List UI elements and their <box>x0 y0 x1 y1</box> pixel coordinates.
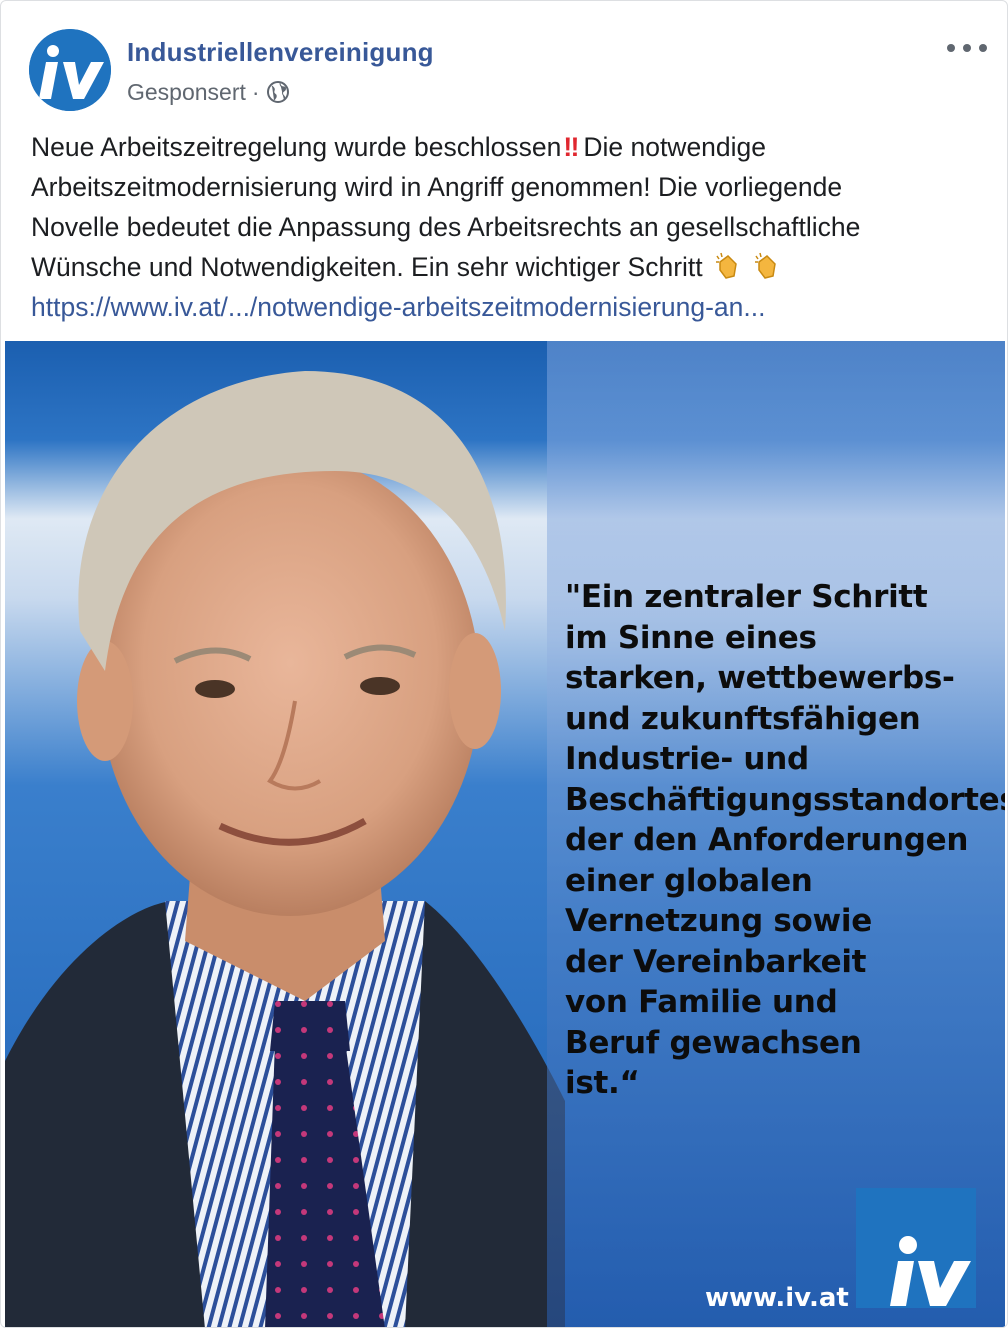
quote-text: "Ein zentraler Schritt im Sinne eines st… <box>565 579 1005 1101</box>
post-text-line-3: Novelle bedeutet die Anpassung des Arbei… <box>31 212 861 242</box>
sponsored-post: Industriellenvereinigung Gesponsert · Ne… <box>0 0 1008 1328</box>
post-image[interactable]: "Ein zentraler Schritt im Sinne eines st… <box>5 341 1005 1327</box>
double-exclamation-emoji: ‼ <box>563 132 579 162</box>
post-text-line-1: Neue Arbeitszeitregelung wurde beschloss… <box>31 132 767 162</box>
more-options-icon[interactable] <box>947 33 987 63</box>
post-text-line-4: Wünsche und Notwendigkeiten. Ein sehr wi… <box>31 247 981 287</box>
post-text-line-2: Arbeitszeitmodernisierung wird in Angrif… <box>31 172 843 202</box>
sponsored-label[interactable]: Gesponsert <box>127 79 246 106</box>
iv-logo-icon <box>29 29 111 111</box>
page-name-link[interactable]: Industriellenvereinigung <box>127 37 434 68</box>
clapping-hands-icon <box>755 252 777 279</box>
globe-icon <box>266 81 289 103</box>
post-message: Neue Arbeitszeitregelung wurde beschloss… <box>31 127 981 327</box>
page-avatar[interactable] <box>29 29 111 111</box>
iv-brand-icon <box>856 1188 976 1308</box>
post-meta: Gesponsert · <box>127 77 290 107</box>
clapping-hands-icon <box>716 252 737 279</box>
post-header: Industriellenvereinigung Gesponsert · <box>29 29 1007 111</box>
iv-logo <box>856 1188 976 1308</box>
website-url: www.iv.at <box>705 1283 849 1313</box>
article-link[interactable]: https://www.iv.at/.../notwendige-arbeits… <box>31 292 766 322</box>
meta-separator: · <box>251 78 260 105</box>
